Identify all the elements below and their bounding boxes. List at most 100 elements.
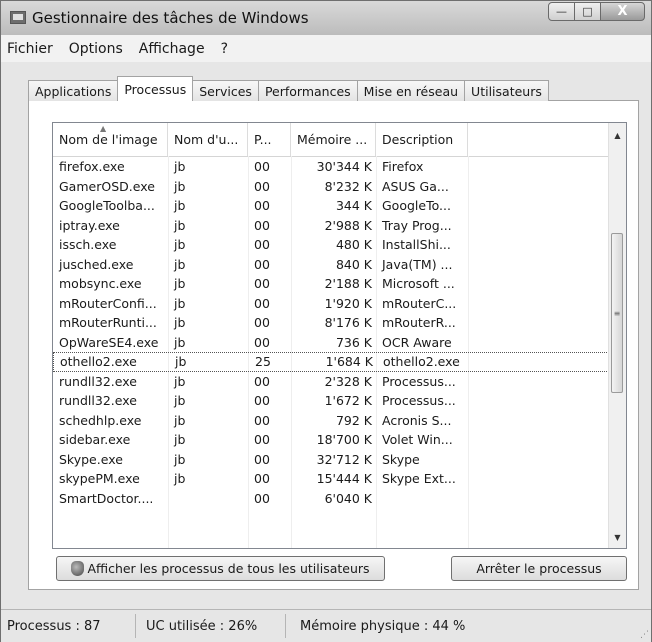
cell-description: OCR Aware [382, 334, 452, 350]
cell-image-name: mobsync.exe [59, 276, 142, 292]
cell-memory: 1'672 K [324, 393, 372, 409]
table-row[interactable]: firefox.exe jb 00 30'344 K Firefox [53, 157, 609, 177]
table-row[interactable]: Skype.exe jb 00 32'712 K Skype [53, 450, 609, 470]
cell-cpu: 00 [254, 256, 270, 272]
cell-cpu: 00 [254, 490, 270, 506]
thumb-grip-icon: ≡ [613, 308, 621, 318]
table-row[interactable]: OpWareSE4.exe jb 00 736 K OCR Aware [53, 333, 609, 353]
cell-cpu: 00 [254, 412, 270, 428]
cell-user-name: jb [175, 354, 187, 370]
close-button[interactable]: X [600, 2, 645, 21]
show-all-processes-label: Afficher les processus de tous les utili… [87, 561, 370, 576]
cell-memory: 18'700 K [316, 432, 372, 448]
cell-memory: 15'444 K [316, 471, 372, 487]
cell-image-name: issch.exe [59, 237, 117, 253]
cell-image-name: schedhlp.exe [59, 412, 142, 428]
table-row[interactable]: rundll32.exe jb 00 1'672 K Processus... [53, 391, 609, 411]
cell-description: GoogleTo... [382, 198, 451, 214]
scroll-thumb[interactable]: ≡ [611, 233, 623, 393]
table-row[interactable]: mRouterConfi... jb 00 1'920 K mRouterC... [53, 294, 609, 314]
column-header-cpu[interactable]: P... [248, 123, 291, 156]
table-row[interactable]: GoogleToolba... jb 00 344 K GoogleTo... [53, 196, 609, 216]
cell-memory: 2'328 K [324, 373, 372, 389]
table-row[interactable]: sidebar.exe jb 00 18'700 K Volet Win... [53, 430, 609, 450]
cell-memory: 2'188 K [324, 276, 372, 292]
cell-cpu: 25 [255, 354, 271, 370]
status-bar: Processus : 87 UC utilisée : 26% Mémoire… [1, 609, 651, 642]
column-header-label: Mémoire ... [297, 132, 368, 147]
cell-user-name: jb [174, 276, 186, 292]
cell-cpu: 00 [254, 432, 270, 448]
table-row[interactable]: rundll32.exe jb 00 2'328 K Processus... [53, 372, 609, 392]
table-row[interactable]: mobsync.exe jb 00 2'188 K Microsoft ... [53, 274, 609, 294]
cell-cpu: 00 [254, 315, 270, 331]
cell-user-name: jb [174, 432, 186, 448]
table-row-selected[interactable]: othello2.exe jb 25 1'684 K othello2.exe [53, 352, 609, 372]
cell-user-name: jb [174, 295, 186, 311]
column-header-label: Nom d'u... [174, 132, 239, 147]
table-row[interactable]: skypePM.exe jb 00 15'444 K Skype Ext... [53, 469, 609, 489]
table-row[interactable]: SmartDoctor.... 00 6'040 K [53, 489, 609, 509]
cell-user-name: jb [174, 471, 186, 487]
process-list[interactable]: ▲ Nom de l'image Nom d'u... P... Mémoire… [52, 122, 627, 549]
column-header-description[interactable]: Description [376, 123, 468, 156]
cell-memory: 30'344 K [316, 159, 372, 175]
column-header-user-name[interactable]: Nom d'u... [168, 123, 248, 156]
column-header-label: Nom de l'image [59, 132, 158, 147]
cell-user-name: jb [174, 237, 186, 253]
menu-fichier[interactable]: Fichier [1, 41, 61, 57]
table-row[interactable]: iptray.exe jb 00 2'988 K Tray Prog... [53, 216, 609, 236]
table-row[interactable]: jusched.exe jb 00 840 K Java(TM) ... [53, 255, 609, 275]
cell-image-name: jusched.exe [59, 256, 134, 272]
table-row[interactable]: issch.exe jb 00 480 K InstallShi... [53, 235, 609, 255]
cell-user-name: jb [174, 451, 186, 467]
tab-processus[interactable]: Processus [117, 76, 194, 101]
status-cpu-usage: UC utilisée : 26% [136, 614, 286, 638]
cell-cpu: 00 [254, 295, 270, 311]
tab-performances[interactable]: Performances [257, 80, 358, 101]
cell-cpu: 00 [254, 159, 270, 175]
tab-services[interactable]: Services [192, 80, 259, 101]
cell-user-name: jb [174, 217, 186, 233]
table-row[interactable]: schedhlp.exe jb 00 792 K Acronis S... [53, 411, 609, 431]
maximize-button[interactable]: □ [574, 2, 601, 21]
column-header-label: P... [254, 132, 272, 147]
cell-image-name: skypePM.exe [59, 471, 140, 487]
cell-cpu: 00 [254, 451, 270, 467]
tab-applications[interactable]: Applications [28, 80, 119, 101]
cell-user-name: jb [174, 334, 186, 350]
task-manager-window: Gestionnaire des tâches de Windows — □ X… [0, 0, 652, 642]
cell-description [376, 489, 468, 509]
cell-user-name [168, 489, 248, 509]
resize-grip-icon[interactable]: ⋰ [640, 630, 649, 640]
scroll-up-arrow-icon[interactable]: ▲ [609, 127, 626, 144]
cell-cpu: 00 [254, 276, 270, 292]
cell-memory: 8'176 K [324, 315, 372, 331]
table-row[interactable]: GamerOSD.exe jb 00 8'232 K ASUS Ga... [53, 177, 609, 197]
title-bar[interactable]: Gestionnaire des tâches de Windows — □ X [1, 1, 651, 35]
tab-mise-en-reseau[interactable]: Mise en réseau [356, 80, 466, 101]
tab-strip: Applications Processus Services Performa… [28, 75, 549, 101]
menu-help[interactable]: ? [213, 41, 236, 57]
cell-memory: 1'684 K [325, 354, 373, 370]
cell-description: InstallShi... [382, 237, 451, 253]
cell-user-name: jb [174, 178, 186, 194]
cell-cpu: 00 [254, 198, 270, 214]
cell-description: Tray Prog... [382, 217, 452, 233]
vertical-scrollbar[interactable]: ▲ ≡ ▼ [608, 123, 626, 548]
minimize-button[interactable]: — [548, 2, 575, 21]
menu-options[interactable]: Options [61, 41, 131, 57]
cell-image-name: GamerOSD.exe [59, 178, 155, 194]
cell-description: Processus... [382, 373, 456, 389]
column-header-memory[interactable]: Mémoire ... [291, 123, 376, 156]
end-process-button[interactable]: Arrêter le processus [451, 556, 627, 581]
menu-affichage[interactable]: Affichage [131, 41, 213, 57]
show-all-processes-button[interactable]: Afficher les processus de tous les utili… [56, 556, 385, 581]
column-header-image-name[interactable]: ▲ Nom de l'image [53, 123, 168, 156]
cell-user-name: jb [174, 159, 186, 175]
tab-utilisateurs[interactable]: Utilisateurs [464, 80, 549, 101]
table-row[interactable]: mRouterRunti... jb 00 8'176 K mRouterR... [53, 313, 609, 333]
scroll-down-arrow-icon[interactable]: ▼ [609, 529, 626, 546]
cell-cpu: 00 [254, 178, 270, 194]
cell-memory: 480 K [335, 237, 372, 253]
